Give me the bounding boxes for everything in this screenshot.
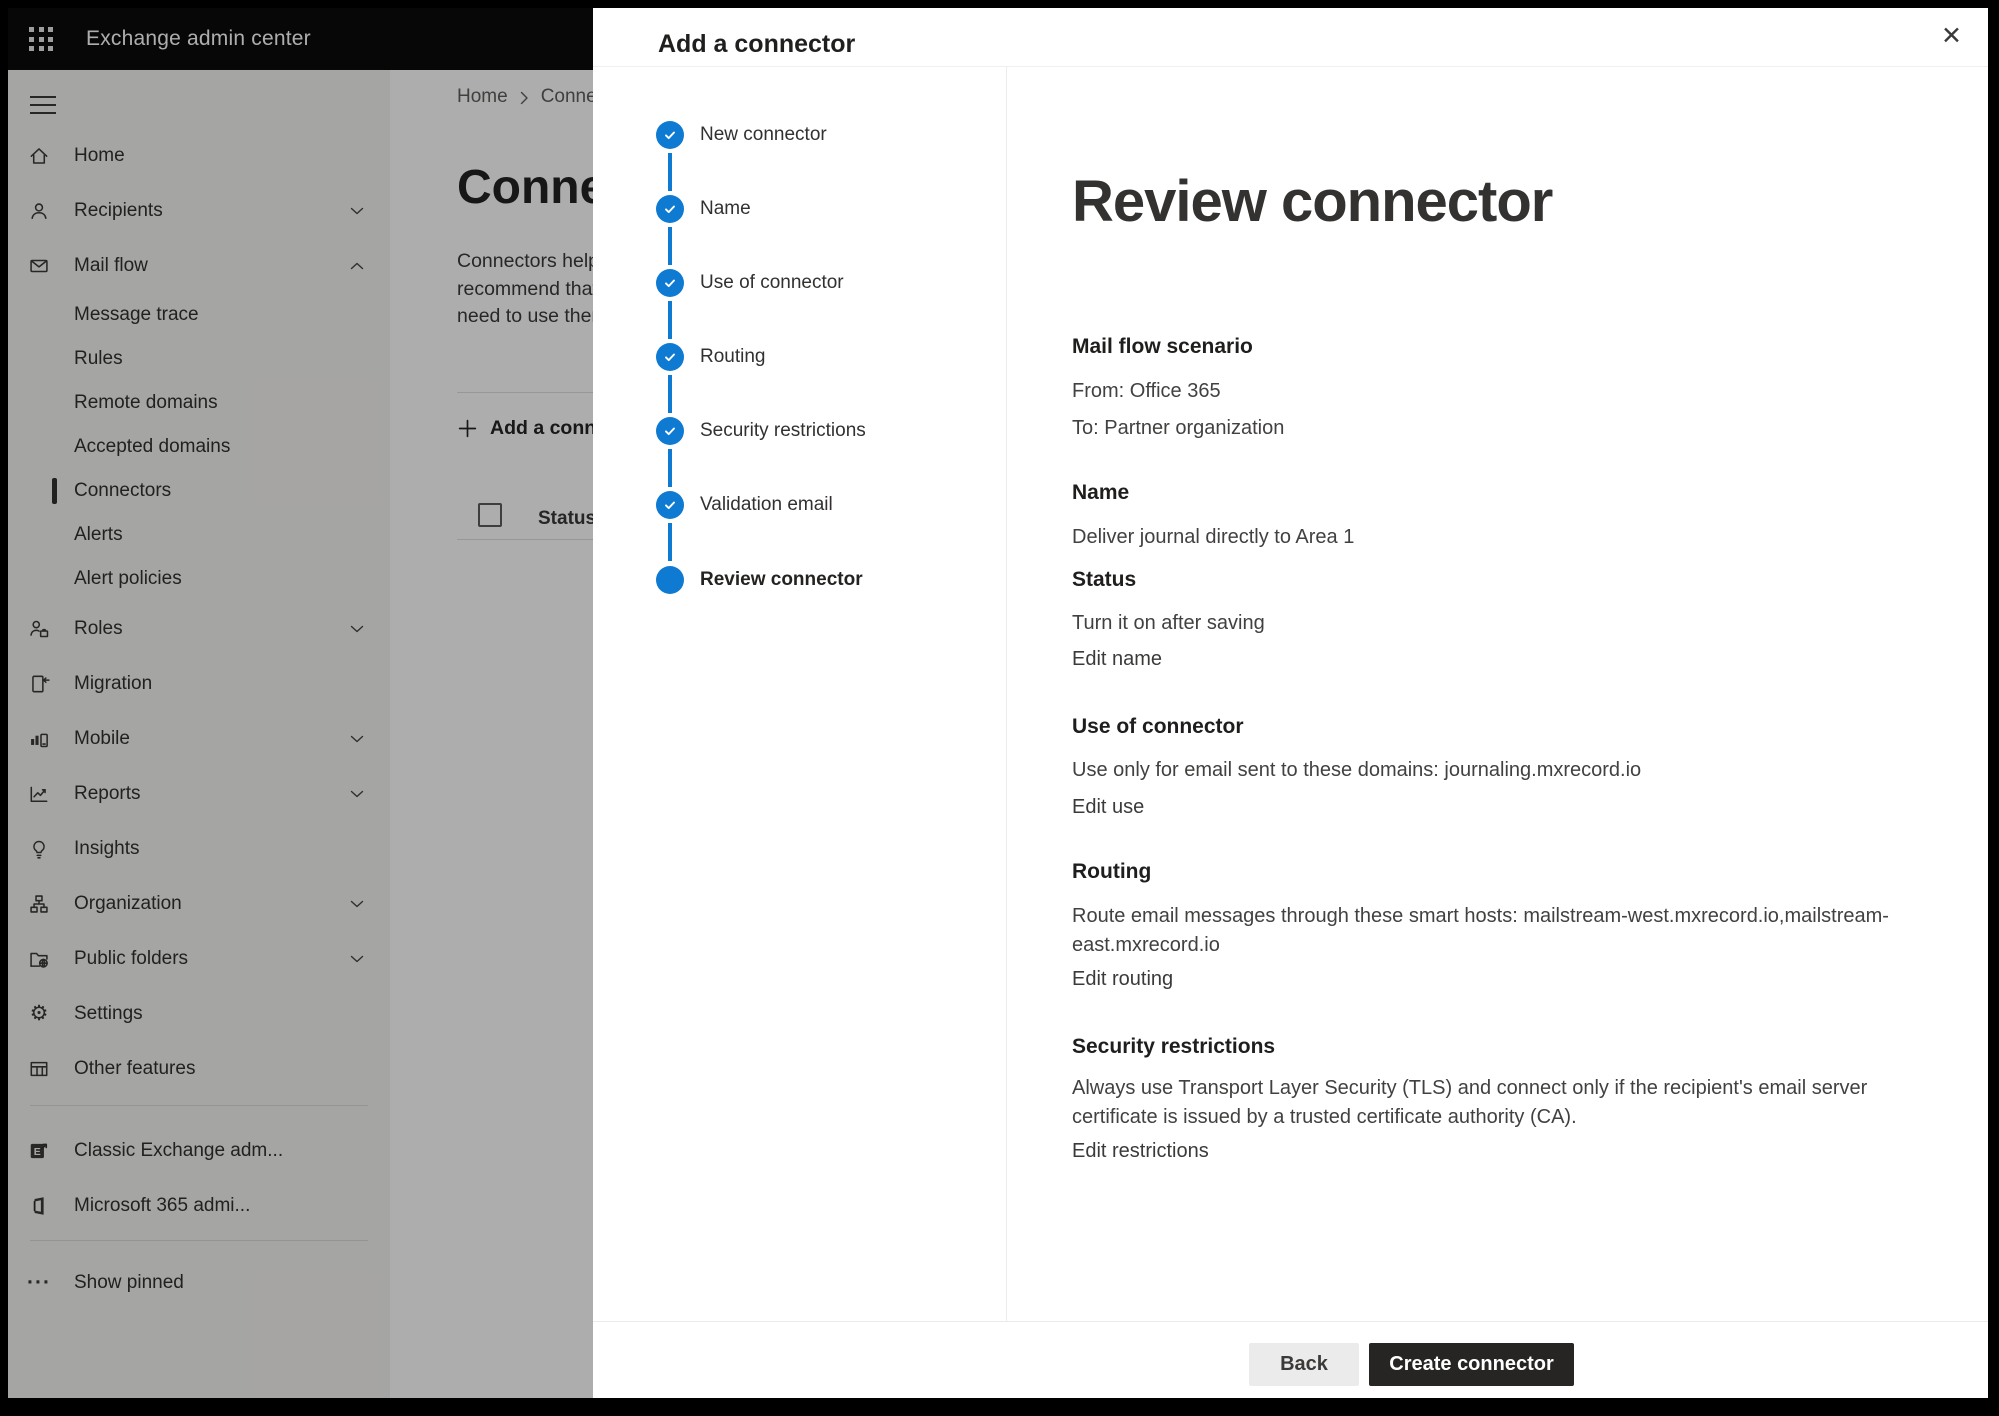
step-check-icon <box>656 417 684 445</box>
mail-flow-to: To: Partner organization <box>1072 415 1284 442</box>
review-title: Review connector <box>1072 168 1552 235</box>
panel-header: Add a connector ✕ <box>593 8 1988 67</box>
step-connector-line <box>668 301 672 339</box>
step-connector-line <box>668 449 672 487</box>
mail-flow-from: From: Office 365 <box>1072 378 1221 405</box>
routing-value: Route email messages through these smart… <box>1072 902 1917 960</box>
step-check-icon <box>656 121 684 149</box>
step-connector-line <box>668 523 672 561</box>
name-value: Deliver journal directly to Area 1 <box>1072 524 1354 551</box>
edit-routing-link[interactable]: Edit routing <box>1072 966 1173 993</box>
close-icon[interactable]: ✕ <box>1941 22 1962 50</box>
use-of-connector-heading: Use of connector <box>1072 714 1244 740</box>
wizard-stepper: New connector Name Use of connector Rout… <box>593 66 1007 1322</box>
edit-name-link[interactable]: Edit name <box>1072 646 1162 673</box>
security-restrictions-heading: Security restrictions <box>1072 1034 1275 1060</box>
step-check-icon <box>656 491 684 519</box>
use-of-connector-value: Use only for email sent to these domains… <box>1072 757 1641 784</box>
name-heading: Name <box>1072 480 1129 506</box>
step-connector-line <box>668 375 672 413</box>
back-button[interactable]: Back <box>1249 1343 1359 1386</box>
create-connector-button[interactable]: Create connector <box>1369 1343 1574 1386</box>
step-check-icon <box>656 195 684 223</box>
mail-flow-scenario-heading: Mail flow scenario <box>1072 334 1253 360</box>
app-window: Exchange admin center Home Recipients Ma… <box>8 8 1988 1398</box>
panel-body: New connector Name Use of connector Rout… <box>593 66 1988 1322</box>
step-check-icon <box>656 269 684 297</box>
edit-use-link[interactable]: Edit use <box>1072 794 1144 821</box>
add-connector-panel: Add a connector ✕ New connector Name <box>593 8 1988 1398</box>
routing-heading: Routing <box>1072 859 1151 885</box>
edit-restrictions-link[interactable]: Edit restrictions <box>1072 1138 1209 1165</box>
panel-footer: Back Create connector <box>593 1321 1988 1398</box>
security-restrictions-value: Always use Transport Layer Security (TLS… <box>1072 1074 1917 1132</box>
panel-title: Add a connector <box>658 30 855 59</box>
status-heading: Status <box>1072 567 1136 593</box>
step-connector-line <box>668 227 672 265</box>
step-current-dot <box>656 566 684 594</box>
step-check-icon <box>656 343 684 371</box>
status-value: Turn it on after saving <box>1072 610 1265 637</box>
step-connector-line <box>668 153 672 191</box>
review-content: Review connector Mail flow scenario From… <box>1006 66 1988 1322</box>
